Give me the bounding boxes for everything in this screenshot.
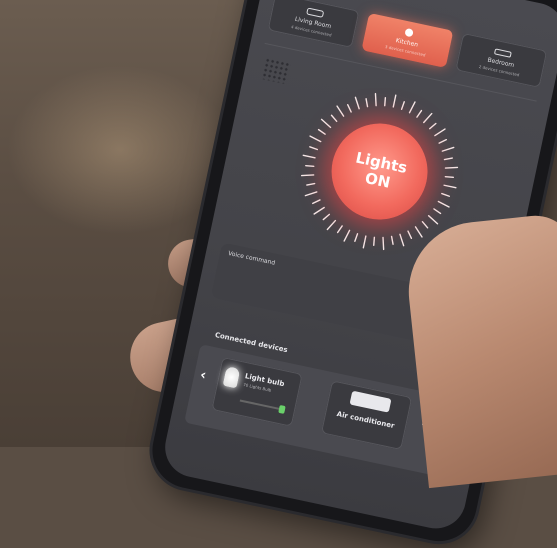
dial-tick — [313, 206, 325, 215]
dial-tick — [400, 101, 405, 111]
voice-command-label: Voice command — [227, 249, 276, 267]
dial-tick — [320, 118, 332, 129]
dial-tick — [336, 225, 343, 234]
dial-tick — [384, 97, 387, 107]
dial-tick — [354, 233, 359, 242]
dial-tick — [373, 236, 376, 247]
dial-tick — [438, 138, 448, 144]
dial-tick — [416, 109, 423, 118]
device-name: Air conditioner — [335, 410, 396, 431]
dial-tick — [312, 199, 321, 205]
brightness-slider[interactable] — [239, 399, 286, 414]
dial-tick — [374, 92, 377, 107]
dial-tick — [392, 94, 397, 108]
dial-tick — [444, 176, 455, 179]
dial-tick — [322, 213, 331, 221]
dial-tick — [306, 182, 316, 186]
dial-tick — [362, 235, 367, 249]
dial-tick — [427, 214, 439, 225]
dial-tick — [305, 165, 315, 168]
dial-tick — [382, 236, 385, 251]
dial-tick — [302, 154, 316, 159]
dial-tick — [399, 233, 405, 247]
dial-tick — [441, 146, 455, 152]
dial-tick — [309, 135, 322, 143]
dial-tick — [365, 98, 369, 108]
room-living-room[interactable]: Living Room 4 devices connected — [267, 0, 360, 49]
dial-tick — [443, 184, 457, 189]
dial-tick — [408, 101, 416, 114]
dial-tick — [414, 226, 423, 238]
dial-tick — [304, 191, 318, 197]
dial-tick — [354, 96, 360, 110]
light-bulb-icon — [222, 366, 241, 389]
dial-tick — [343, 229, 351, 242]
slider-knob[interactable] — [278, 404, 286, 414]
dial-tick — [326, 219, 337, 231]
dial-tick — [423, 112, 433, 124]
dial-tick — [429, 122, 437, 130]
room-bedroom[interactable]: Bedroom 2 devices connected — [455, 32, 548, 88]
air-conditioner-icon — [349, 390, 392, 413]
dial-tick — [346, 104, 352, 113]
dial-tick — [437, 200, 450, 208]
dial-tick — [433, 208, 442, 215]
dial-tick — [336, 105, 345, 117]
dial-tick — [434, 128, 446, 137]
dial-tick — [390, 235, 394, 245]
dial-tick — [317, 128, 326, 135]
dial-tick — [309, 146, 319, 151]
dial-tick — [444, 166, 459, 169]
dial-tick — [330, 114, 338, 123]
room-kitchen[interactable]: Kitchen 3 devices connected — [361, 12, 454, 68]
dial-tick — [441, 192, 451, 197]
room-selector: Living Room 4 devices connected Kitchen … — [267, 0, 548, 88]
dial-tick — [443, 157, 454, 161]
dial-tick — [407, 230, 413, 240]
lights-state: ON — [363, 168, 392, 192]
speaker-dots — [261, 57, 292, 85]
dial-tick — [421, 221, 429, 229]
dial-tick — [300, 174, 315, 177]
